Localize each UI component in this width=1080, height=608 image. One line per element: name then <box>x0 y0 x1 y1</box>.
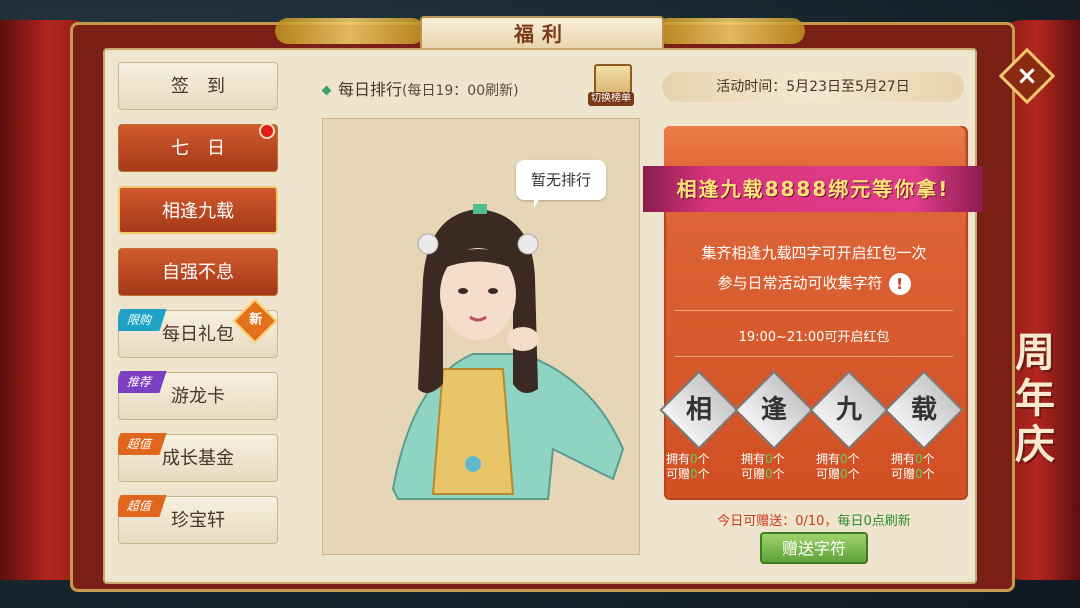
sidebar-tab-label: 相逢九载 <box>162 201 234 222</box>
envelope-desc-line1: 集齐相逢九载四字可开启红包一次 <box>701 244 927 262</box>
tab-ribbon-badge: 超值 <box>118 433 167 455</box>
char-count-0: 拥有0个 可赠0个 <box>666 452 730 482</box>
gift-refresh-text: 每日0点刷新 <box>837 514 911 529</box>
open-time-note: 19:00~21:00可开启红包 <box>738 330 890 345</box>
sidebar-tab-label: 签 到 <box>171 76 225 97</box>
gift-info: 今日可赠送：0/10，每日0点刷新 <box>664 510 964 529</box>
title-wing-right <box>655 18 805 44</box>
tab-ribbon-badge: 推荐 <box>118 371 167 393</box>
gift-count-text: 今日可赠送：0/10， <box>717 514 838 529</box>
gift-unit: 个 <box>772 467 785 481</box>
sidebar-tab-5[interactable]: 游龙卡 推荐 <box>118 371 278 420</box>
divider-bottom <box>675 356 953 357</box>
new-badge-label: 新 <box>249 312 263 328</box>
rank-refresh-note: (每日19：00刷新) <box>402 83 519 99</box>
sidebar-tab-label: 珍宝轩 <box>171 510 225 531</box>
sidebar-tab-label: 成长基金 <box>162 448 234 469</box>
char-count-3: 拥有0个 可赠0个 <box>891 452 955 482</box>
new-badge-icon: 新 <box>232 298 278 344</box>
sidebar-tab-3[interactable]: 自强不息 <box>118 248 278 296</box>
sidebar-tab-6[interactable]: 成长基金 超值 <box>118 433 278 482</box>
sidebar-tab-2[interactable]: 相逢九载 <box>118 186 278 234</box>
gift-label-text: 可赠 <box>891 467 916 481</box>
close-icon: × <box>1016 61 1038 91</box>
own-count: 0 <box>915 452 923 466</box>
sidebar-tab-label: 游龙卡 <box>171 386 225 407</box>
gift-count: 0 <box>690 467 698 481</box>
own-label-text: 拥有 <box>666 452 691 466</box>
sidebar-tab-label: 自强不息 <box>162 262 234 283</box>
notification-dot-icon <box>259 123 275 139</box>
divider-top <box>675 310 953 311</box>
sidebar-tab-label: 每日礼包 <box>162 324 234 345</box>
own-count: 0 <box>690 452 698 466</box>
rank-title: 每日排行 <box>338 80 403 99</box>
gift-unit: 个 <box>922 467 935 481</box>
char-tile-text: 载 <box>910 395 937 425</box>
sidebar: 签 到七 日相逢九载 自强不息 每日礼包 限购新游龙卡 推荐 成长基金 超值 珍宝轩 超值 <box>118 62 280 574</box>
info-icon[interactable]: ! <box>888 272 911 295</box>
sidebar-tab-4[interactable]: 每日礼包 限购 新 <box>118 298 278 358</box>
event-time: 活动时间：5月23日至5月27日 <box>662 72 964 102</box>
own-unit: 个 <box>697 452 710 466</box>
gift-label-text: 可赠 <box>666 467 691 481</box>
gift-count: 0 <box>765 467 773 481</box>
own-unit: 个 <box>847 452 860 466</box>
sidebar-tab-1[interactable]: 七 日 <box>118 123 278 172</box>
diamond-icon <box>321 85 332 96</box>
char-tile-text: 九 <box>835 395 862 425</box>
envelope-desc-line2-text: 参与日常活动可收集字符 <box>717 274 883 292</box>
sidebar-tab-0[interactable]: 签 到 <box>118 62 278 110</box>
own-label-text: 拥有 <box>891 452 916 466</box>
gift-label-text: 可赠 <box>816 467 841 481</box>
switch-ranking-label: 切换榜单 <box>588 92 634 106</box>
tab-ribbon-badge: 超值 <box>118 495 167 517</box>
anniversary-decoration: 周年庆 <box>1015 329 1055 468</box>
own-count: 0 <box>765 452 773 466</box>
sidebar-tab-7[interactable]: 珍宝轩 超值 <box>118 495 278 544</box>
gift-unit: 个 <box>847 467 860 481</box>
sidebar-tab-label: 七 日 <box>171 138 225 159</box>
switch-ranking-button[interactable]: 切换榜单 <box>588 62 634 106</box>
gift-label-text: 可赠 <box>741 467 766 481</box>
tab-ribbon-badge: 限购 <box>118 309 167 331</box>
rank-header: 每日排行(每日19：00刷新) <box>321 76 519 100</box>
char-count-1: 拥有0个 可赠0个 <box>741 452 805 482</box>
own-unit: 个 <box>772 452 785 466</box>
envelope-desc-line2: 参与日常活动可收集字符! <box>674 272 954 295</box>
gift-characters-button[interactable]: 赠送字符 <box>760 532 868 564</box>
char-tile-text: 逢 <box>760 395 787 425</box>
gift-count: 0 <box>840 467 848 481</box>
gift-unit: 个 <box>697 467 710 481</box>
own-label-text: 拥有 <box>816 452 841 466</box>
event-banner: 相逢九载8888绑元等你拿! <box>643 166 983 212</box>
speech-bubble: 暂无排行 <box>516 160 606 210</box>
own-unit: 个 <box>922 452 935 466</box>
title-wing-left <box>275 18 425 44</box>
char-tile-text: 相 <box>685 395 712 425</box>
own-count: 0 <box>840 452 848 466</box>
char-count-2: 拥有0个 可赠0个 <box>816 452 880 482</box>
own-label-text: 拥有 <box>741 452 766 466</box>
gift-count: 0 <box>915 467 923 481</box>
